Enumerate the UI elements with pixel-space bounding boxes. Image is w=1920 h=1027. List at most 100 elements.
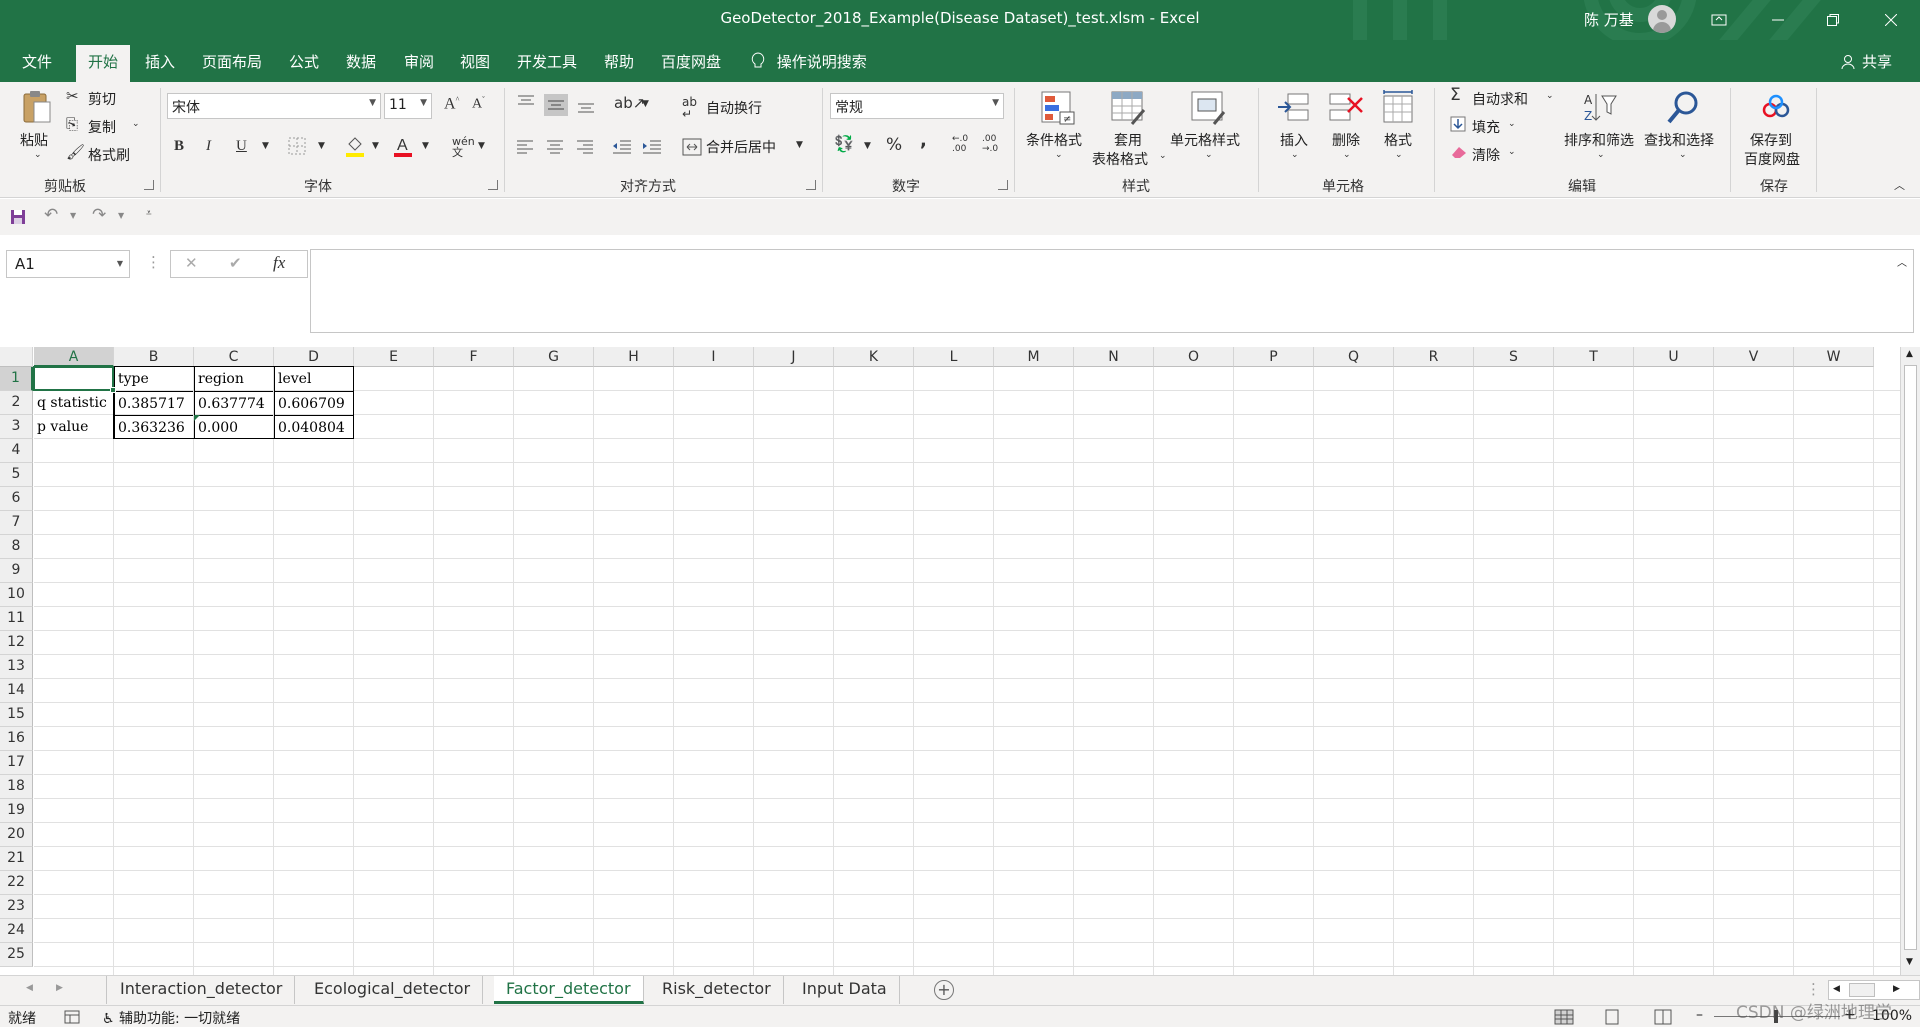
scroll-right-icon[interactable]: ▶	[1893, 984, 1900, 994]
merge-center-icon[interactable]	[682, 138, 702, 156]
decrease-decimal-icon[interactable]: .00 →.0	[982, 134, 998, 154]
row-header[interactable]: 1	[0, 367, 33, 391]
phonetic-dropdown-icon[interactable]: ▼	[478, 142, 485, 151]
column-header[interactable]: A	[34, 347, 114, 367]
column-header[interactable]: G	[514, 347, 594, 367]
undo-icon[interactable]: ↶	[44, 207, 58, 224]
column-header[interactable]: D	[274, 347, 354, 367]
tab-data[interactable]: 数据	[346, 51, 376, 72]
macro-record-icon[interactable]	[64, 1010, 80, 1024]
vertical-scrollbar[interactable]: ▲ ▼	[1900, 347, 1920, 975]
row-header[interactable]: 9	[0, 559, 33, 583]
font-color-dropdown-icon[interactable]: ▼	[422, 142, 429, 151]
row-header[interactable]: 8	[0, 535, 33, 559]
column-header[interactable]: K	[834, 347, 914, 367]
align-center-icon[interactable]	[546, 140, 564, 154]
number-format-combo[interactable]: 常规 ▼	[830, 93, 1004, 119]
tab-view[interactable]: 视图	[460, 51, 490, 72]
column-header[interactable]: O	[1154, 347, 1234, 367]
row-header[interactable]: 14	[0, 679, 33, 703]
insert-function-button[interactable]: fx	[273, 254, 285, 271]
accounting-format-icon[interactable]: 💱	[834, 136, 854, 152]
scroll-thumb[interactable]	[1849, 983, 1875, 997]
select-all-corner[interactable]	[0, 347, 33, 367]
table-cell[interactable]: 0.040804	[274, 415, 353, 439]
borders-dropdown-icon[interactable]: ▼	[318, 142, 325, 151]
save-icon[interactable]	[10, 209, 26, 225]
column-header[interactable]: C	[194, 347, 274, 367]
row-header[interactable]: 17	[0, 751, 33, 775]
font-launcher-icon[interactable]	[488, 180, 498, 190]
scroll-thumb[interactable]	[1904, 365, 1917, 950]
merge-dropdown-icon[interactable]: ▼	[796, 141, 803, 150]
row-header[interactable]: 5	[0, 463, 33, 487]
tab-help[interactable]: 帮助	[604, 51, 634, 72]
alignment-launcher-icon[interactable]	[806, 180, 816, 190]
column-header[interactable]: P	[1234, 347, 1314, 367]
fill-handle[interactable]	[110, 387, 116, 393]
tab-review[interactable]: 审阅	[404, 51, 434, 72]
table-cell[interactable]: 0.385717	[114, 391, 193, 415]
formula-input[interactable]: ︿	[310, 249, 1914, 333]
fill-color-icon[interactable]	[344, 134, 366, 158]
row-header[interactable]: 13	[0, 655, 33, 679]
table-cell[interactable]: q statistic	[34, 391, 113, 415]
column-header[interactable]: I	[674, 347, 754, 367]
column-header[interactable]: V	[1714, 347, 1794, 367]
redo-dropdown-icon[interactable]: ▼	[118, 212, 124, 220]
redo-icon[interactable]: ↷	[92, 207, 106, 224]
minimize-button[interactable]	[1755, 0, 1801, 40]
align-bottom-icon[interactable]	[576, 98, 596, 114]
error-indicator-icon[interactable]	[194, 415, 200, 421]
add-sheet-icon[interactable]: +	[934, 980, 954, 1000]
tell-me-search[interactable]: 操作说明搜索	[750, 51, 867, 72]
number-launcher-icon[interactable]	[998, 180, 1008, 190]
collapse-ribbon-icon[interactable]: ︿	[1894, 180, 1905, 191]
font-color-icon[interactable]: A	[392, 134, 414, 158]
table-cell[interactable]: 0.606709	[274, 391, 353, 415]
borders-icon[interactable]	[288, 137, 306, 155]
row-header[interactable]: 20	[0, 823, 33, 847]
row-header[interactable]: 24	[0, 919, 33, 943]
row-header[interactable]: 2	[0, 391, 33, 415]
font-name-combo[interactable]: 宋体 ▼	[167, 93, 381, 119]
underline-dropdown-icon[interactable]: ▼	[262, 142, 269, 151]
name-box[interactable]: A1 ▼	[6, 250, 130, 278]
italic-button[interactable]: I	[206, 139, 211, 154]
scroll-left-icon[interactable]: ◀	[1833, 984, 1840, 994]
sheet-tab-interaction-detector[interactable]: Interaction_detector	[108, 976, 296, 1004]
underline-button[interactable]: U	[236, 139, 247, 154]
share-button[interactable]: 共享	[1841, 51, 1892, 72]
user-name[interactable]: 陈 万基	[1584, 9, 1634, 30]
scroll-tabs-right-icon[interactable]: ▶	[56, 984, 63, 993]
increase-font-size-icon[interactable]: A^	[444, 96, 459, 112]
tab-home[interactable]: 开始	[76, 45, 131, 82]
phonetic-guide-icon[interactable]: wén 文	[452, 136, 475, 158]
table-cell[interactable]: level	[274, 367, 353, 391]
row-header[interactable]: 23	[0, 895, 33, 919]
column-header[interactable]: S	[1474, 347, 1554, 367]
cancel-icon[interactable]: ✕	[185, 256, 198, 271]
column-header[interactable]: E	[354, 347, 434, 367]
column-header[interactable]: N	[1074, 347, 1154, 367]
align-left-icon[interactable]	[516, 140, 534, 154]
column-header[interactable]: F	[434, 347, 514, 367]
column-header[interactable]: R	[1394, 347, 1474, 367]
row-header[interactable]: 19	[0, 799, 33, 823]
align-middle-icon[interactable]	[544, 94, 568, 116]
worksheet-grid[interactable]: ▲ ▼ A B C D E F G H I J K L M N O P Q R S T U V W 1 2 3 4 5 6 7 8 9 10 11…	[0, 347, 1920, 975]
row-header[interactable]: 21	[0, 847, 33, 871]
table-cell[interactable]: type	[114, 367, 193, 391]
table-cell[interactable]: 0.637774	[194, 391, 273, 415]
expand-formula-icon[interactable]: ︿	[1897, 254, 1907, 269]
avatar[interactable]	[1648, 5, 1676, 33]
column-header[interactable]: M	[994, 347, 1074, 367]
table-cell[interactable]: region	[194, 367, 273, 391]
decrease-font-size-icon[interactable]: Aˇ	[472, 96, 485, 112]
accounting-dropdown-icon[interactable]: ▼	[864, 142, 871, 151]
tab-page-layout[interactable]: 页面布局	[202, 51, 262, 72]
comma-style-button[interactable]: ,	[920, 132, 927, 150]
orientation-dropdown-icon[interactable]: ▼	[642, 100, 649, 109]
tab-baidu-netdisk[interactable]: 百度网盘	[661, 51, 721, 72]
row-header[interactable]: 18	[0, 775, 33, 799]
